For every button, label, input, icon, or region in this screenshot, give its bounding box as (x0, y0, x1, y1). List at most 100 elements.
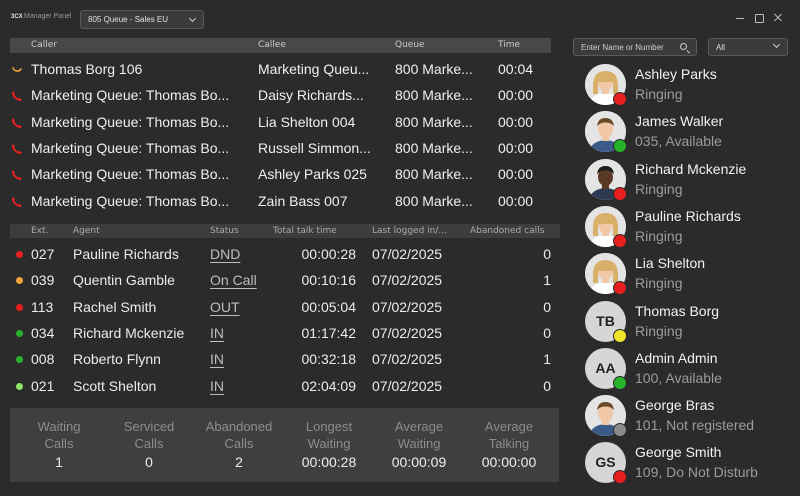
agent-logged: 07/02/2025 (372, 324, 443, 341)
title-bar: 3CX Manager Panel 805 Queue - Sales EU (0, 0, 800, 36)
contact-name: Ashley Parks (635, 66, 717, 82)
contact-status: Ringing (635, 180, 683, 197)
column-abandoned[interactable]: Abandoned calls (470, 226, 544, 236)
call-caller: Thomas Borg 106 (31, 61, 143, 77)
agent-row[interactable]: 027 Pauline Richards DND 00:00:28 07/02/2025… (10, 241, 560, 267)
status-filter-value: All (716, 43, 725, 52)
close-icon[interactable] (772, 12, 784, 24)
contact-item[interactable]: TB Thomas Borg Ringing (585, 300, 795, 345)
stat-label: Serviced (123, 419, 175, 434)
agent-status[interactable]: OUT (210, 299, 240, 315)
contact-name: Richard Mckenzie (635, 160, 747, 177)
agent-agent: Rachel Smith (73, 298, 157, 315)
call-queue: 800 Marke... (395, 166, 473, 183)
status-dot (16, 303, 23, 311)
chevron-down-icon (188, 14, 197, 23)
agent-abandoned: 0 (543, 246, 551, 262)
app-title: Manager Panel (24, 13, 72, 20)
phone-icon (10, 142, 24, 156)
column-time[interactable]: Time (498, 40, 520, 50)
contact-item[interactable]: George Bras 101, Not registered (585, 395, 795, 439)
agent-abandoned: 1 (543, 272, 551, 289)
contact-name: George Bras (635, 397, 715, 414)
contact-name: Lia Shelton (635, 255, 706, 272)
agent-talk: 00:32:18 (301, 351, 357, 368)
agent-logged: 07/02/2025 (372, 377, 443, 394)
stat-label: Waiting (37, 419, 81, 434)
contact-item[interactable]: Richard Mckenzie Ringing (585, 158, 795, 203)
agent-abandoned: 0 (543, 377, 551, 394)
agent-talk: 00:00:28 (301, 246, 357, 262)
stat-label: Calls (224, 436, 254, 451)
column-caller[interactable]: Caller (31, 40, 57, 50)
contact-item[interactable]: GS George Smith 109, Do Not Disturb (585, 442, 795, 486)
column-last-logged[interactable]: Last logged in/... (372, 226, 447, 236)
agent-row[interactable]: 113 Rachel Smith OUT 00:05:04 07/02/2025 0 (10, 294, 560, 320)
agent-status[interactable]: IN (210, 378, 224, 394)
agent-status[interactable]: IN (210, 351, 224, 367)
call-row[interactable]: Marketing Queue: Thomas Bo... Ashley Park… (10, 162, 551, 188)
stat-label: Longest (305, 419, 353, 434)
call-row[interactable]: Marketing Queue: Thomas Bo... Russell Sim… (10, 136, 551, 162)
contact-item[interactable]: James Walker 035, Available (585, 111, 795, 155)
phone-icon (10, 89, 24, 103)
column-talk-time[interactable]: Total talk time (273, 226, 337, 236)
call-row[interactable]: Marketing Queue: Thomas Bo... Lia Shelton… (10, 110, 551, 136)
call-row[interactable]: Marketing Queue: Thomas Bo... Daisy Richa… (10, 83, 551, 109)
column-agent[interactable]: Agent (73, 226, 100, 236)
agent-status[interactable]: DND (210, 246, 240, 262)
presence-indicator (613, 92, 627, 106)
call-queue: 800 Marke... (395, 113, 473, 130)
stat-label: Waiting (397, 436, 441, 451)
column-status[interactable]: Status (210, 226, 239, 236)
agent-status[interactable]: On Call (210, 272, 257, 288)
contact-status: Ringing (635, 227, 683, 244)
agent-logged: 07/02/2025 (372, 246, 443, 262)
agent-row[interactable]: 021 Scott Shelton IN 02:04:09 07/02/2025 0 (10, 373, 560, 399)
call-row[interactable]: Marketing Queue: Thomas Bo... Zain Bass 0… (10, 189, 551, 215)
stat-label: Calls (44, 436, 74, 451)
call-queue: 800 Marke... (395, 87, 473, 104)
stat-value: 1 (55, 454, 63, 470)
agent-logged: 07/02/2025 (372, 298, 443, 315)
call-row[interactable]: Thomas Borg 106 Marketing Queu... 800 Mark… (10, 57, 551, 83)
agent-row[interactable]: 008 Roberto Flynn IN 00:32:18 07/02/2025 1 (10, 346, 560, 372)
contact-item[interactable]: Lia Shelton Ringing (585, 253, 795, 297)
call-callee: Zain Bass 007 (258, 192, 348, 209)
queue-select-value: 805 Queue - Sales EU (88, 15, 169, 24)
column-ext[interactable]: Ext. (31, 226, 48, 236)
search-input[interactable]: Enter Name or Number (573, 38, 697, 56)
queue-select[interactable]: 805 Queue - Sales EU (80, 10, 204, 29)
presence-indicator (613, 470, 627, 485)
agent-logged: 07/02/2025 (372, 351, 443, 368)
agent-status[interactable]: IN (210, 325, 224, 341)
agent-ext: 008 (31, 351, 55, 368)
agent-talk: 02:04:09 (301, 377, 357, 394)
calls-table-header: Caller Callee Queue Time (10, 38, 551, 53)
call-time: 00:00 (498, 87, 534, 104)
agent-agent: Pauline Richards (73, 246, 179, 262)
column-callee[interactable]: Callee (258, 40, 286, 50)
agent-logged: 07/02/2025 (372, 272, 443, 289)
call-time: 00:00 (498, 166, 534, 183)
phone-icon (10, 168, 24, 182)
status-dot (16, 356, 23, 364)
call-time: 00:00 (498, 139, 534, 156)
stat-value: 00:00:00 (481, 454, 537, 470)
search-placeholder: Enter Name or Number (581, 43, 664, 52)
minimize-icon[interactable] (734, 12, 746, 24)
search-icon[interactable] (680, 43, 687, 50)
call-caller: Marketing Queue: Thomas Bo... (31, 113, 230, 130)
contact-name: James Walker (635, 113, 724, 130)
maximize-icon[interactable] (753, 12, 765, 24)
contact-item[interactable]: AA Admin Admin 100, Available (585, 347, 795, 392)
agent-row[interactable]: 039 Quentin Gamble On Call 00:10:16 07/02/20… (10, 267, 560, 293)
status-filter-select[interactable]: All (708, 38, 788, 56)
agent-abandoned: 0 (543, 298, 551, 315)
contact-item[interactable]: Ashley Parks Ringing (585, 64, 795, 108)
contact-item[interactable]: Pauline Richards Ringing (585, 205, 795, 250)
call-callee: Marketing Queu... (258, 61, 370, 77)
column-queue[interactable]: Queue (395, 40, 425, 50)
agent-row[interactable]: 034 Richard Mckenzie IN 01:17:42 07/02/2025 0 (10, 320, 560, 346)
queue-stats-panel: Waiting Calls 1 Serviced Calls 0 Abandoned Call… (10, 408, 559, 482)
